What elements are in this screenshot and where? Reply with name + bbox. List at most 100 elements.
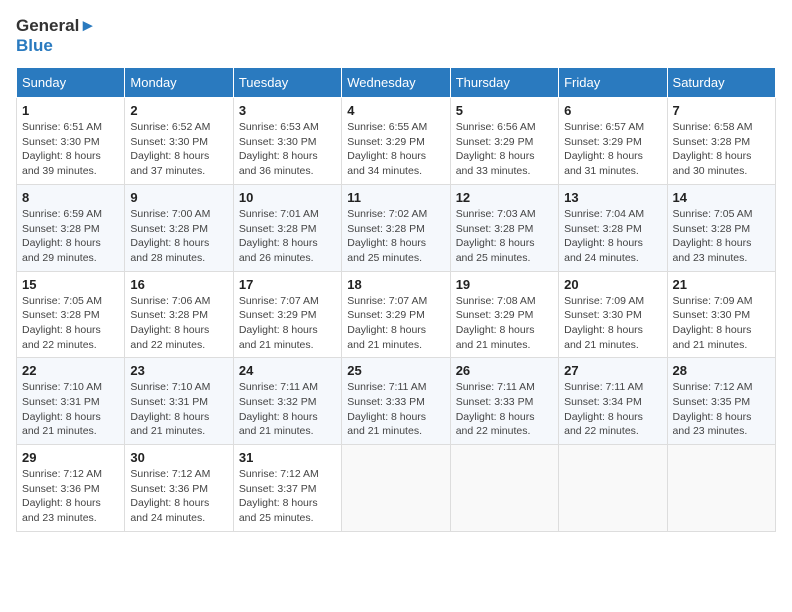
day-info: Sunrise: 6:55 AM Sunset: 3:29 PM Dayligh… (347, 120, 444, 179)
day-number: 25 (347, 363, 444, 378)
day-number: 23 (130, 363, 227, 378)
table-row: 29 Sunrise: 7:12 AM Sunset: 3:36 PM Dayl… (17, 445, 125, 532)
calendar-table: SundayMondayTuesdayWednesdayThursdayFrid… (16, 67, 776, 532)
day-info: Sunrise: 7:07 AM Sunset: 3:29 PM Dayligh… (239, 294, 336, 353)
table-row: 18 Sunrise: 7:07 AM Sunset: 3:29 PM Dayl… (342, 271, 450, 358)
day-number: 17 (239, 277, 336, 292)
day-info: Sunrise: 7:12 AM Sunset: 3:35 PM Dayligh… (673, 380, 770, 439)
day-info: Sunrise: 7:01 AM Sunset: 3:28 PM Dayligh… (239, 207, 336, 266)
day-number: 28 (673, 363, 770, 378)
day-number: 2 (130, 103, 227, 118)
day-number: 10 (239, 190, 336, 205)
day-number: 4 (347, 103, 444, 118)
table-row: 17 Sunrise: 7:07 AM Sunset: 3:29 PM Dayl… (233, 271, 341, 358)
day-info: Sunrise: 6:53 AM Sunset: 3:30 PM Dayligh… (239, 120, 336, 179)
table-row: 19 Sunrise: 7:08 AM Sunset: 3:29 PM Dayl… (450, 271, 558, 358)
table-row: 9 Sunrise: 7:00 AM Sunset: 3:28 PM Dayli… (125, 184, 233, 271)
page-header: General► Blue (16, 16, 776, 55)
day-number: 6 (564, 103, 661, 118)
table-row: 21 Sunrise: 7:09 AM Sunset: 3:30 PM Dayl… (667, 271, 775, 358)
day-of-week-header: Wednesday (342, 68, 450, 98)
logo: General► Blue (16, 16, 96, 55)
table-row: 8 Sunrise: 6:59 AM Sunset: 3:28 PM Dayli… (17, 184, 125, 271)
day-number: 31 (239, 450, 336, 465)
day-number: 21 (673, 277, 770, 292)
day-info: Sunrise: 7:05 AM Sunset: 3:28 PM Dayligh… (673, 207, 770, 266)
day-info: Sunrise: 7:09 AM Sunset: 3:30 PM Dayligh… (673, 294, 770, 353)
day-info: Sunrise: 7:04 AM Sunset: 3:28 PM Dayligh… (564, 207, 661, 266)
day-number: 1 (22, 103, 119, 118)
table-row: 1 Sunrise: 6:51 AM Sunset: 3:30 PM Dayli… (17, 98, 125, 185)
empty-cell (667, 445, 775, 532)
table-row: 10 Sunrise: 7:01 AM Sunset: 3:28 PM Dayl… (233, 184, 341, 271)
table-row: 27 Sunrise: 7:11 AM Sunset: 3:34 PM Dayl… (559, 358, 667, 445)
table-row: 26 Sunrise: 7:11 AM Sunset: 3:33 PM Dayl… (450, 358, 558, 445)
day-number: 30 (130, 450, 227, 465)
day-of-week-header: Saturday (667, 68, 775, 98)
day-number: 7 (673, 103, 770, 118)
empty-cell (450, 445, 558, 532)
day-info: Sunrise: 6:56 AM Sunset: 3:29 PM Dayligh… (456, 120, 553, 179)
day-of-week-header: Friday (559, 68, 667, 98)
day-number: 29 (22, 450, 119, 465)
table-row: 23 Sunrise: 7:10 AM Sunset: 3:31 PM Dayl… (125, 358, 233, 445)
day-info: Sunrise: 6:59 AM Sunset: 3:28 PM Dayligh… (22, 207, 119, 266)
day-number: 15 (22, 277, 119, 292)
day-number: 5 (456, 103, 553, 118)
day-info: Sunrise: 7:12 AM Sunset: 3:36 PM Dayligh… (130, 467, 227, 526)
day-info: Sunrise: 7:00 AM Sunset: 3:28 PM Dayligh… (130, 207, 227, 266)
day-number: 24 (239, 363, 336, 378)
day-number: 8 (22, 190, 119, 205)
day-number: 19 (456, 277, 553, 292)
day-info: Sunrise: 7:03 AM Sunset: 3:28 PM Dayligh… (456, 207, 553, 266)
table-row: 13 Sunrise: 7:04 AM Sunset: 3:28 PM Dayl… (559, 184, 667, 271)
table-row: 12 Sunrise: 7:03 AM Sunset: 3:28 PM Dayl… (450, 184, 558, 271)
table-row: 22 Sunrise: 7:10 AM Sunset: 3:31 PM Dayl… (17, 358, 125, 445)
day-info: Sunrise: 7:11 AM Sunset: 3:34 PM Dayligh… (564, 380, 661, 439)
day-info: Sunrise: 7:12 AM Sunset: 3:37 PM Dayligh… (239, 467, 336, 526)
table-row: 6 Sunrise: 6:57 AM Sunset: 3:29 PM Dayli… (559, 98, 667, 185)
day-of-week-header: Monday (125, 68, 233, 98)
day-number: 3 (239, 103, 336, 118)
day-of-week-header: Tuesday (233, 68, 341, 98)
table-row: 28 Sunrise: 7:12 AM Sunset: 3:35 PM Dayl… (667, 358, 775, 445)
table-row: 7 Sunrise: 6:58 AM Sunset: 3:28 PM Dayli… (667, 98, 775, 185)
day-number: 11 (347, 190, 444, 205)
table-row: 3 Sunrise: 6:53 AM Sunset: 3:30 PM Dayli… (233, 98, 341, 185)
day-number: 22 (22, 363, 119, 378)
day-number: 16 (130, 277, 227, 292)
day-number: 12 (456, 190, 553, 205)
day-number: 26 (456, 363, 553, 378)
empty-cell (342, 445, 450, 532)
day-info: Sunrise: 7:07 AM Sunset: 3:29 PM Dayligh… (347, 294, 444, 353)
day-info: Sunrise: 7:08 AM Sunset: 3:29 PM Dayligh… (456, 294, 553, 353)
day-number: 9 (130, 190, 227, 205)
day-info: Sunrise: 6:51 AM Sunset: 3:30 PM Dayligh… (22, 120, 119, 179)
day-number: 20 (564, 277, 661, 292)
day-info: Sunrise: 7:10 AM Sunset: 3:31 PM Dayligh… (130, 380, 227, 439)
day-info: Sunrise: 7:06 AM Sunset: 3:28 PM Dayligh… (130, 294, 227, 353)
day-info: Sunrise: 6:57 AM Sunset: 3:29 PM Dayligh… (564, 120, 661, 179)
day-of-week-header: Thursday (450, 68, 558, 98)
day-info: Sunrise: 7:10 AM Sunset: 3:31 PM Dayligh… (22, 380, 119, 439)
day-info: Sunrise: 7:11 AM Sunset: 3:33 PM Dayligh… (456, 380, 553, 439)
day-number: 27 (564, 363, 661, 378)
empty-cell (559, 445, 667, 532)
table-row: 30 Sunrise: 7:12 AM Sunset: 3:36 PM Dayl… (125, 445, 233, 532)
day-info: Sunrise: 7:11 AM Sunset: 3:32 PM Dayligh… (239, 380, 336, 439)
table-row: 5 Sunrise: 6:56 AM Sunset: 3:29 PM Dayli… (450, 98, 558, 185)
day-of-week-header: Sunday (17, 68, 125, 98)
table-row: 2 Sunrise: 6:52 AM Sunset: 3:30 PM Dayli… (125, 98, 233, 185)
day-info: Sunrise: 7:05 AM Sunset: 3:28 PM Dayligh… (22, 294, 119, 353)
table-row: 31 Sunrise: 7:12 AM Sunset: 3:37 PM Dayl… (233, 445, 341, 532)
table-row: 14 Sunrise: 7:05 AM Sunset: 3:28 PM Dayl… (667, 184, 775, 271)
day-number: 13 (564, 190, 661, 205)
day-info: Sunrise: 7:02 AM Sunset: 3:28 PM Dayligh… (347, 207, 444, 266)
table-row: 25 Sunrise: 7:11 AM Sunset: 3:33 PM Dayl… (342, 358, 450, 445)
table-row: 24 Sunrise: 7:11 AM Sunset: 3:32 PM Dayl… (233, 358, 341, 445)
day-info: Sunrise: 7:12 AM Sunset: 3:36 PM Dayligh… (22, 467, 119, 526)
day-info: Sunrise: 7:11 AM Sunset: 3:33 PM Dayligh… (347, 380, 444, 439)
table-row: 15 Sunrise: 7:05 AM Sunset: 3:28 PM Dayl… (17, 271, 125, 358)
day-info: Sunrise: 6:52 AM Sunset: 3:30 PM Dayligh… (130, 120, 227, 179)
table-row: 20 Sunrise: 7:09 AM Sunset: 3:30 PM Dayl… (559, 271, 667, 358)
